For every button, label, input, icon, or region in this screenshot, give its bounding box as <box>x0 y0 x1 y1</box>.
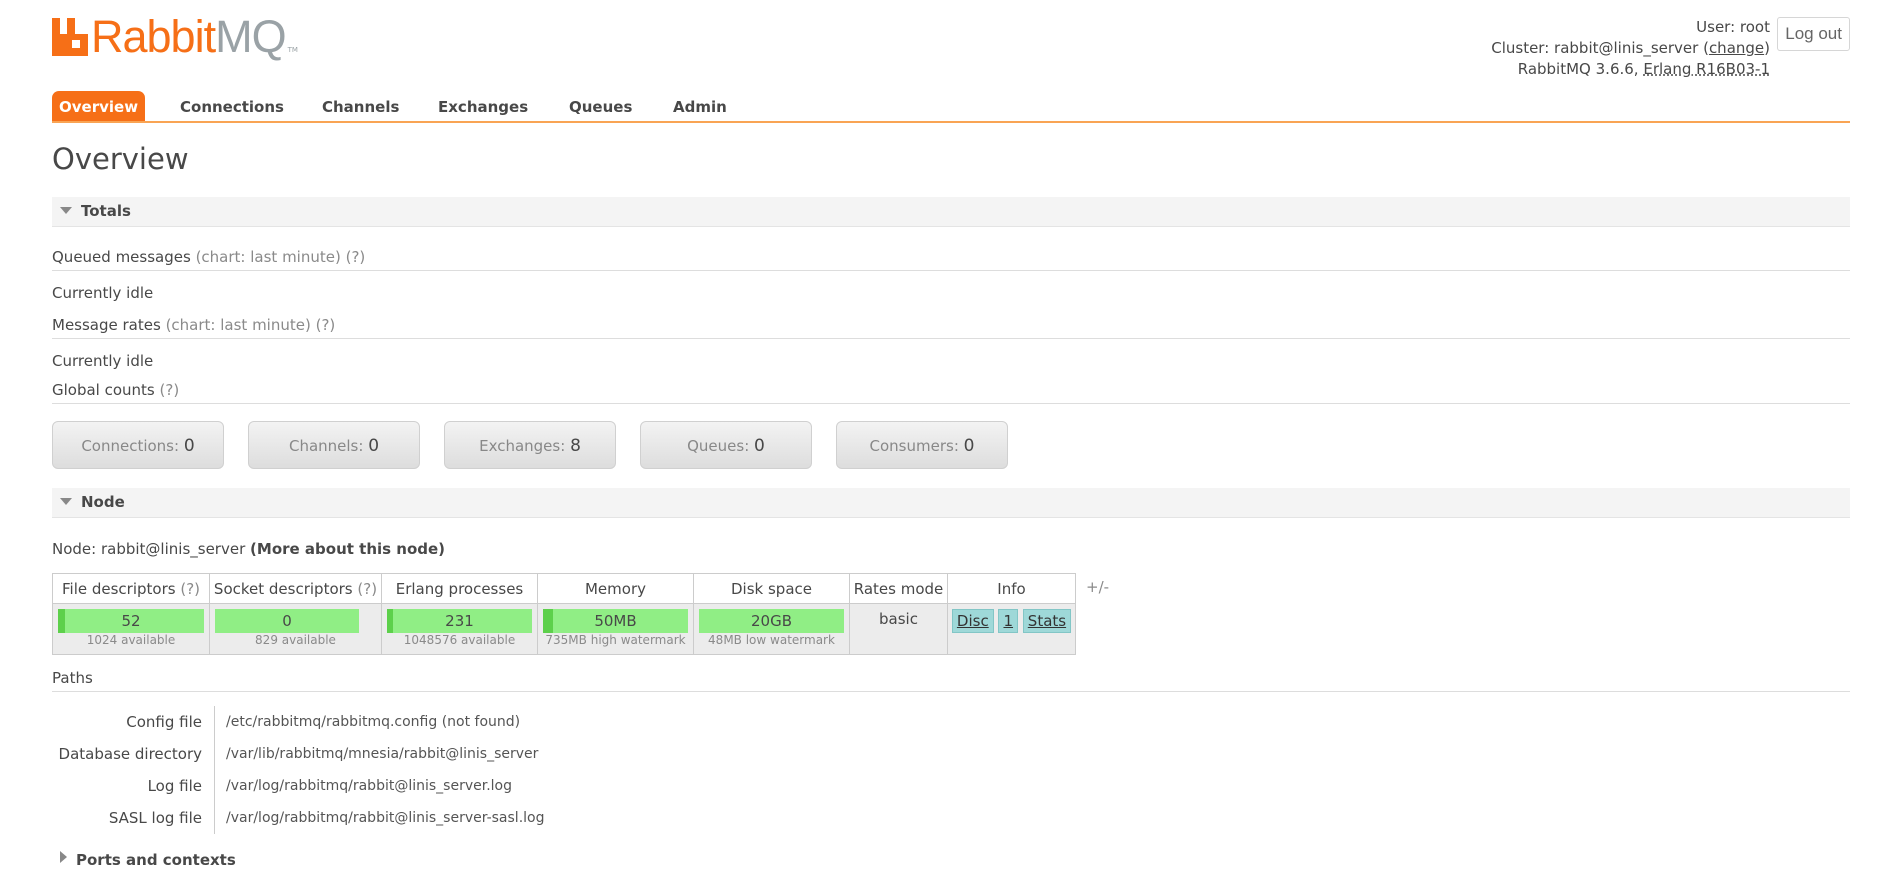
socket-descriptors-bar: 0 <box>215 609 359 633</box>
col-erlang-processes: Erlang processes <box>381 573 538 604</box>
disk-space-cell: 20GB 48MB low watermark <box>693 603 850 655</box>
file-descriptors-available: 1024 available <box>86 633 176 647</box>
rabbitmq-overview-page: RabbitMQ TM User: root Cluster: rabbit@l… <box>0 0 1890 869</box>
cluster-name: rabbit@linis_server <box>1554 39 1699 57</box>
path-value: /etc/rabbitmq/rabbitmq.config (not found… <box>226 714 521 730</box>
col-rates-mode: Rates mode <box>849 573 948 604</box>
rates-chart-link[interactable]: (chart: last minute) <box>166 316 311 334</box>
version-line: RabbitMQ 3.6.6, Erlang R16B03-1 <box>1517 60 1770 78</box>
main-tabs: Overview Connections Channels Exchanges … <box>52 91 1850 123</box>
help-icon[interactable]: (?) <box>357 580 377 598</box>
rabbit-logo-icon <box>52 18 88 56</box>
node-name: rabbit@linis_server <box>100 540 246 558</box>
file-descriptors-cell: 52 1024 available <box>52 603 210 655</box>
path-name: Config file <box>52 706 215 738</box>
totals-section-label: Totals <box>81 202 131 220</box>
memory-bar: 50MB <box>543 609 688 633</box>
tab-admin[interactable]: Admin <box>673 91 727 121</box>
path-value: /var/lib/rabbitmq/mnesia/rabbit@linis_se… <box>226 746 539 762</box>
user-name: root <box>1739 18 1770 36</box>
info-tag-disc[interactable]: Disc <box>951 609 994 633</box>
rates-idle-text: Currently idle <box>52 352 154 370</box>
queued-messages-heading: Queued messages (chart: last minute) (?) <box>52 244 1850 271</box>
logo-trademark: TM <box>287 46 298 54</box>
disk-space-bar: 20GB <box>699 609 844 633</box>
memory-high-watermark: 735MB high watermark <box>545 633 686 647</box>
queued-chart-link[interactable]: (chart: last minute) <box>196 248 341 266</box>
toggle-columns-button[interactable]: +/- <box>1086 578 1109 596</box>
rates-mode-cell: basic <box>849 603 948 655</box>
node-section-label: Node <box>81 493 125 511</box>
tab-queues[interactable]: Queues <box>569 91 632 121</box>
collapse-triangle-icon <box>60 207 72 214</box>
disk-low-watermark: 48MB low watermark <box>708 633 835 647</box>
global-help-icon[interactable]: (?) <box>160 381 180 399</box>
tab-overview[interactable]: Overview <box>52 91 146 121</box>
rabbitmq-logo[interactable]: RabbitMQ TM <box>52 11 298 62</box>
count-channels[interactable]: Channels: 0 <box>248 421 420 469</box>
collapse-triangle-icon <box>60 498 72 505</box>
path-row: SASL log file/var/log/rabbitmq/rabbit@li… <box>52 802 545 834</box>
path-value: /var/log/rabbitmq/rabbit@linis_server-sa… <box>226 810 545 826</box>
path-row: Log file/var/log/rabbitmq/rabbit@linis_s… <box>52 770 545 802</box>
cluster-change-link[interactable]: change <box>1709 39 1764 57</box>
erlang-version[interactable]: Erlang R16B03-1 <box>1643 60 1770 78</box>
ports-section-label: Ports and contexts <box>76 851 236 869</box>
count-queues[interactable]: Queues: 0 <box>640 421 812 469</box>
paths-table: Config file/etc/rabbitmq/rabbitmq.config… <box>52 706 545 834</box>
global-counts-heading: Global counts (?) <box>52 377 1850 404</box>
col-disk-space: Disk space <box>693 573 850 604</box>
path-name: Log file <box>52 770 215 802</box>
node-section-header[interactable]: Node <box>52 488 1850 518</box>
node-stats-table: File descriptors (?) Socket descriptors … <box>52 573 1076 655</box>
col-file-descriptors: File descriptors (?) <box>52 573 210 604</box>
queued-help-icon[interactable]: (?) <box>346 248 366 266</box>
socket-descriptors-cell: 0 829 available <box>209 603 382 655</box>
cluster-line: Cluster: rabbit@linis_server (change) <box>1491 39 1770 57</box>
rates-help-icon[interactable]: (?) <box>316 316 336 334</box>
rates-mode-value: basic <box>879 610 918 628</box>
ports-section-header[interactable]: Ports and contexts <box>52 851 1850 869</box>
tab-exchanges[interactable]: Exchanges <box>438 91 528 121</box>
paths-heading: Paths <box>52 665 1850 692</box>
user-line: User: root <box>1696 18 1770 36</box>
queued-idle-text: Currently idle <box>52 284 154 302</box>
count-connections[interactable]: Connections: 0 <box>52 421 224 469</box>
file-descriptors-bar: 52 <box>58 609 204 633</box>
col-memory: Memory <box>537 573 694 604</box>
info-cell: Disc 1 Stats <box>947 603 1076 655</box>
socket-descriptors-available: 829 available <box>255 633 336 647</box>
erlang-processes-available: 1048576 available <box>403 633 516 647</box>
col-socket-descriptors: Socket descriptors (?) <box>209 573 382 604</box>
user-info: User: root Cluster: rabbit@linis_server … <box>1491 17 1770 80</box>
logo-text: RabbitMQ <box>91 11 287 62</box>
expand-triangle-icon <box>60 851 67 863</box>
page-title: Overview <box>52 142 189 176</box>
erlang-processes-cell: 231 1048576 available <box>381 603 538 655</box>
help-icon[interactable]: (?) <box>180 580 200 598</box>
path-name: Database directory <box>52 738 215 770</box>
more-about-node-link[interactable]: (More about this node) <box>250 540 445 558</box>
count-exchanges[interactable]: Exchanges: 8 <box>444 421 616 469</box>
tab-connections[interactable]: Connections <box>180 91 284 121</box>
path-row: Config file/etc/rabbitmq/rabbitmq.config… <box>52 706 545 738</box>
info-tag-count[interactable]: 1 <box>998 609 1019 633</box>
info-tag-stats[interactable]: Stats <box>1022 609 1072 633</box>
node-name-line: Node: rabbit@linis_server (More about th… <box>52 540 446 558</box>
path-name: SASL log file <box>52 802 215 834</box>
erlang-processes-bar: 231 <box>387 609 532 633</box>
memory-cell: 50MB 735MB high watermark <box>537 603 694 655</box>
path-value: /var/log/rabbitmq/rabbit@linis_server.lo… <box>226 778 512 794</box>
totals-section-header[interactable]: Totals <box>52 197 1850 227</box>
col-info: Info <box>947 573 1076 604</box>
path-row: Database directory/var/lib/rabbitmq/mnes… <box>52 738 545 770</box>
count-consumers[interactable]: Consumers: 0 <box>836 421 1008 469</box>
logout-button[interactable]: Log out <box>1777 17 1850 51</box>
message-rates-heading: Message rates (chart: last minute) (?) <box>52 312 1850 339</box>
tab-channels[interactable]: Channels <box>322 91 399 121</box>
